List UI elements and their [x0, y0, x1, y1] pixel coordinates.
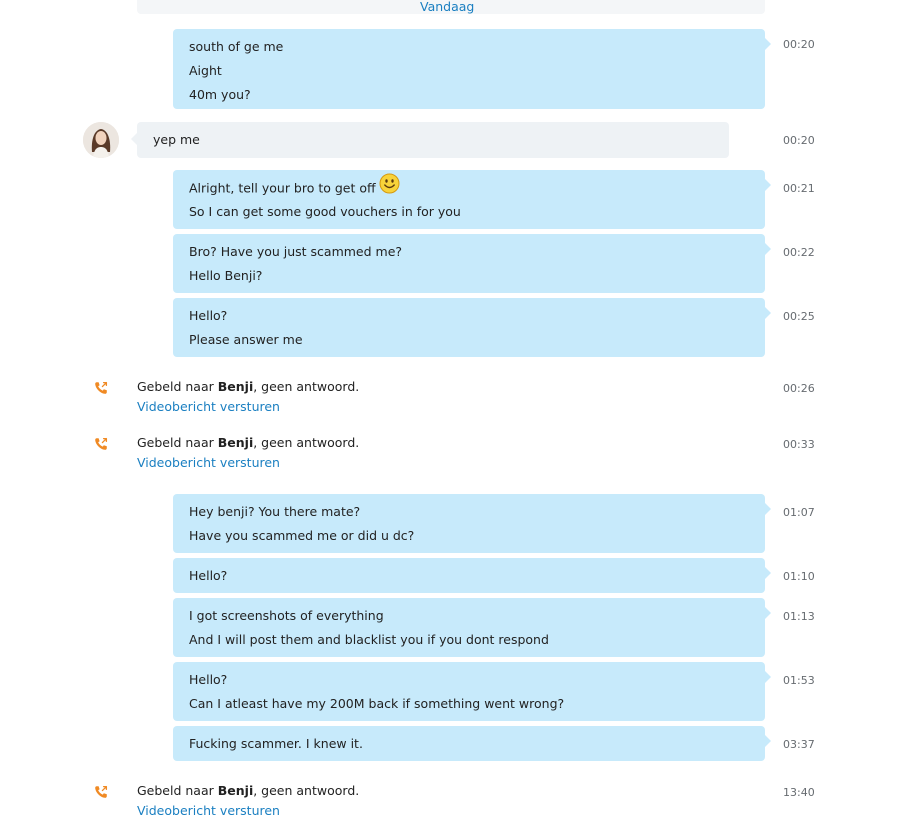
message-timestamp: 00:25 [783, 310, 815, 323]
message-line: Hello Benji? [189, 268, 263, 283]
call-event-text: Gebeld naar Benji, geen antwoord. [137, 781, 359, 801]
send-video-message-link[interactable]: Videobericht versturen [137, 397, 280, 417]
send-video-message-link[interactable]: Videobericht versturen [137, 453, 280, 473]
message-line: Hello? [189, 568, 228, 583]
date-separator: Vandaag [420, 0, 475, 14]
outgoing-message[interactable]: Bro? Have you just scammed me? Hello Ben… [173, 234, 771, 293]
message-timestamp: 01:10 [783, 570, 815, 583]
message-line: Hey benji? You there mate? [189, 504, 361, 519]
call-event-text: Gebeld naar Benji, geen antwoord. [137, 377, 359, 397]
outgoing-message[interactable]: Hey benji? You there mate? Have you scam… [173, 494, 771, 553]
message-timestamp: 03:37 [783, 738, 815, 751]
call-contact-name: Benji [217, 435, 254, 450]
call-timestamp: 13:40 [783, 786, 815, 799]
outgoing-message[interactable]: I got screenshots of everything And I wi… [173, 598, 771, 657]
message-line: Hello? [189, 672, 228, 687]
call-prefix: Gebeld naar [137, 379, 218, 394]
message-line: Bro? Have you just scammed me? [189, 244, 403, 259]
outgoing-message[interactable]: Hello? Can I atleast have my 200M back i… [173, 662, 771, 721]
message-timestamp: 01:53 [783, 674, 815, 687]
message-line: Please answer me [189, 332, 303, 347]
message-line: yep me [153, 132, 200, 147]
message-timestamp: 01:13 [783, 610, 815, 623]
missed-call-icon [94, 381, 108, 395]
outgoing-message[interactable]: south of ge me Aight 40m you? [173, 29, 771, 109]
message-line: Aight [189, 63, 222, 78]
outgoing-message[interactable]: Hello? [173, 558, 771, 593]
message-line: Fucking scammer. I knew it. [189, 736, 363, 751]
message-line: Can I atleast have my 200M back if somet… [189, 696, 565, 711]
send-video-message-link[interactable]: Videobericht versturen [137, 801, 280, 821]
message-timestamp: 00:22 [783, 246, 815, 259]
message-line: Hello? [189, 308, 228, 323]
call-event-text: Gebeld naar Benji, geen antwoord. [137, 433, 359, 453]
message-text: Alright, tell your bro to get off [189, 180, 376, 196]
call-suffix: , geen antwoord. [253, 379, 360, 394]
call-suffix: , geen antwoord. [253, 435, 360, 450]
message-timestamp: 00:20 [783, 134, 815, 147]
call-timestamp: 00:33 [783, 438, 815, 451]
call-prefix: Gebeld naar [137, 783, 218, 798]
call-contact-name: Benji [217, 379, 254, 394]
call-suffix: , geen antwoord. [253, 783, 360, 798]
avatar-image [83, 122, 119, 158]
message-line: I got screenshots of everything [189, 608, 384, 623]
call-prefix: Gebeld naar [137, 435, 218, 450]
outgoing-message[interactable]: Hello? Please answer me [173, 298, 771, 357]
message-line: Alright, tell your bro to get off [189, 173, 749, 202]
message-line: 40m you? [189, 87, 251, 102]
outgoing-message[interactable]: Alright, tell your bro to get off So I c… [173, 170, 771, 229]
outgoing-message[interactable]: Fucking scammer. I knew it. [173, 726, 771, 761]
smiley-emoji-icon [379, 173, 400, 202]
message-line: So I can get some good vouchers in for y… [189, 204, 461, 219]
call-timestamp: 00:26 [783, 382, 815, 395]
call-contact-name: Benji [217, 783, 254, 798]
message-timestamp: 00:20 [783, 38, 815, 51]
message-timestamp: 01:07 [783, 506, 815, 519]
message-timestamp: 00:21 [783, 182, 815, 195]
message-line: Have you scammed me or did u dc? [189, 528, 415, 543]
message-line: south of ge me [189, 39, 284, 54]
incoming-message[interactable]: yep me [131, 122, 729, 158]
user-avatar[interactable] [83, 122, 119, 158]
message-line: And I will post them and blacklist you i… [189, 632, 549, 647]
missed-call-icon [94, 437, 108, 451]
missed-call-icon [94, 785, 108, 799]
